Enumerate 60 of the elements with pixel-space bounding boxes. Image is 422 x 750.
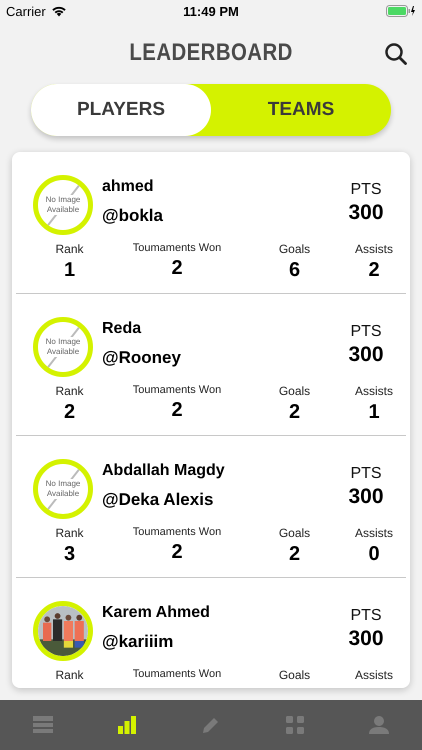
- stat-value: 2: [170, 541, 184, 564]
- stat-value: 0: [367, 543, 381, 566]
- no-image-label: No Image Available: [43, 479, 83, 499]
- stat-value: 2: [170, 399, 184, 422]
- wifi-icon: [50, 5, 67, 17]
- player-handle: @Rooney: [102, 348, 182, 368]
- points-value: 300: [347, 485, 385, 509]
- pencil-icon[interactable]: [202, 716, 220, 734]
- bar-chart-icon[interactable]: [118, 716, 136, 734]
- stat-label: Assists: [354, 526, 394, 540]
- stat-value: 6: [288, 259, 302, 282]
- stat-label: Toumaments Won: [132, 384, 222, 396]
- stat-label: Goals: [278, 668, 312, 682]
- stat-label: Rank: [54, 384, 84, 398]
- stat-value: 2: [288, 543, 302, 566]
- stat-value: 1: [62, 259, 76, 282]
- points-value: 300: [347, 343, 385, 367]
- person-icon[interactable]: [369, 716, 390, 734]
- no-image-label: No Image Available: [43, 337, 83, 357]
- stat-value: 2: [367, 259, 381, 282]
- points-label: PTS: [349, 607, 383, 625]
- stat-value: 2: [288, 401, 302, 424]
- player-handle: @bokla: [102, 206, 164, 226]
- battery-icon: [386, 5, 416, 17]
- stat-value: 1: [367, 401, 381, 424]
- stat-label: Toumaments Won: [132, 668, 222, 680]
- screen-title: LEADERBOARD: [129, 39, 293, 67]
- stat-label: Rank: [54, 526, 84, 540]
- player-name: ahmed: [102, 178, 155, 196]
- player-name: Reda: [102, 320, 142, 338]
- stat-label: Assists: [354, 668, 394, 682]
- stat-label: Goals: [278, 242, 312, 256]
- segment-tab[interactable]: TEAMS: [211, 84, 391, 136]
- stat-value: 3: [62, 543, 76, 566]
- carrier-label: Carrier: [6, 4, 46, 18]
- stat-label: Rank: [54, 668, 84, 682]
- player-handle: @kariiim: [102, 632, 174, 652]
- clock-time: 11:49 PM: [183, 4, 239, 18]
- stat-value: 2: [62, 401, 76, 424]
- points-label: PTS: [349, 465, 383, 483]
- points-value: 300: [347, 201, 385, 225]
- no-image-label: No Image Available: [43, 195, 83, 215]
- player-name: Abdallah Magdy: [102, 462, 226, 480]
- player-handle: @Deka Alexis: [102, 490, 214, 510]
- stat-label: Assists: [354, 242, 394, 256]
- points-label: PTS: [349, 181, 383, 199]
- stat-value: 2: [170, 257, 184, 280]
- stat-label: Rank: [54, 242, 84, 256]
- stat-label: Goals: [278, 526, 312, 540]
- stat-label: Assists: [354, 384, 394, 398]
- stat-label: Toumaments Won: [132, 242, 222, 254]
- points-value: 300: [347, 627, 385, 651]
- stat-label: Goals: [278, 384, 312, 398]
- grid-icon[interactable]: [286, 716, 304, 734]
- list-icon[interactable]: [32, 716, 53, 734]
- segment-tab[interactable]: PLAYERS: [31, 84, 211, 136]
- player-name: Karem Ahmed: [102, 604, 211, 622]
- stat-label: Toumaments Won: [132, 526, 222, 538]
- points-label: PTS: [349, 323, 383, 341]
- search-button[interactable]: [384, 42, 408, 66]
